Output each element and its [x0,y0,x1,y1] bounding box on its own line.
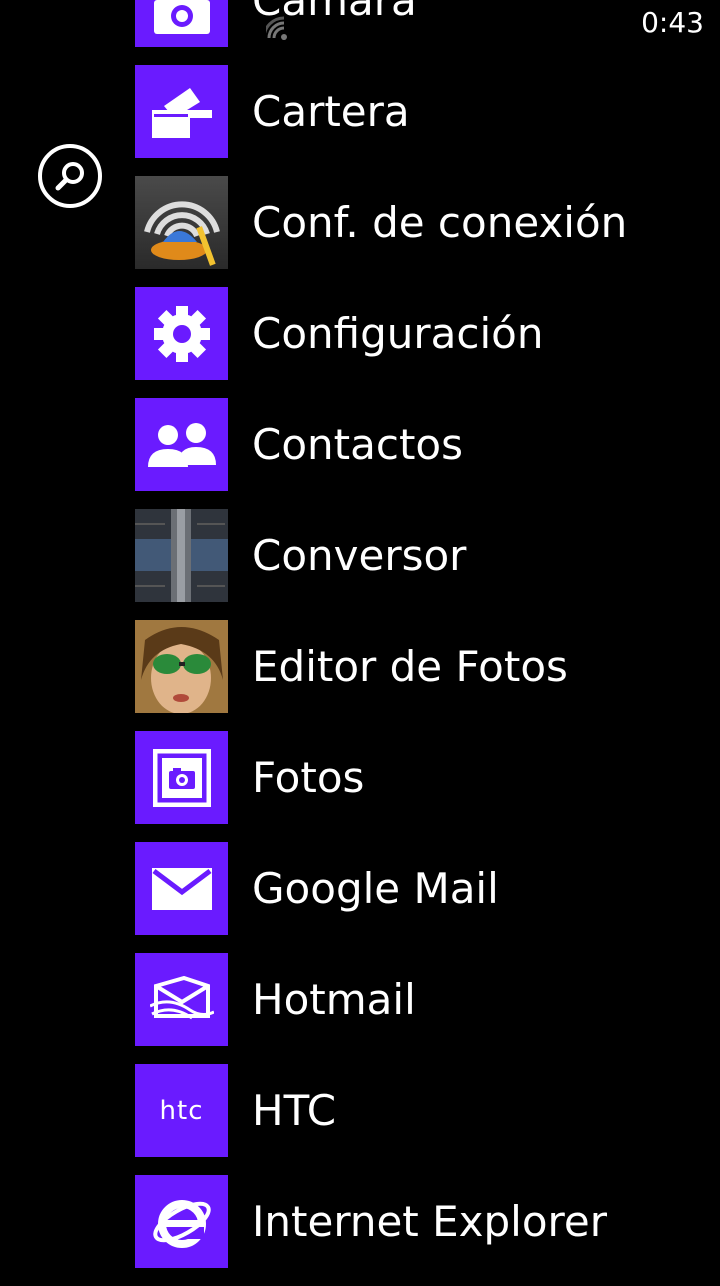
photo-editor-icon [135,620,228,713]
app-item-connection-settings[interactable]: Conf. de conexión [135,176,720,269]
app-label-photos: Fotos [252,752,365,802]
converter-icon [135,509,228,602]
app-tile-photo-editor [135,620,228,713]
search-button[interactable] [38,144,102,208]
app-tile-htc: htc [135,1064,228,1157]
app-item-hotmail[interactable]: Hotmail [135,953,720,1046]
app-tile-wallet [135,65,228,158]
wallet-icon [151,87,212,138]
app-label-wallet: Cartera [252,86,410,136]
app-item-google-mail[interactable]: Google Mail [135,842,720,935]
wifi-signal-icon [266,16,287,40]
hotmail-icon [149,975,214,1019]
app-label-settings: Configuración [252,308,544,358]
status-time: 0:43 [641,6,704,39]
app-label-internet-explorer: Internet Explorer [252,1196,607,1246]
app-label-converter: Conversor [252,530,467,580]
app-tile-settings [135,287,228,380]
app-tile-contacts [135,398,228,491]
app-item-converter[interactable]: Conversor [135,509,720,602]
app-tile-connection-settings [135,176,228,269]
app-tile-converter [135,509,228,602]
internet-explorer-icon [152,1199,211,1248]
app-list: Cámara Cartera Conf. de conexión Configu… [135,0,720,1286]
app-item-settings[interactable]: Configuración [135,287,720,380]
app-tile-hotmail [135,953,228,1046]
app-label-connection-settings: Conf. de conexión [252,197,628,247]
app-tile-internet-explorer [135,1175,228,1268]
connection-settings-icon [144,201,220,266]
app-label-google-mail: Google Mail [252,863,499,913]
htc-logo-icon: htc [159,1095,204,1126]
app-item-photo-editor[interactable]: Editor de Fotos [135,620,720,713]
photos-icon [152,748,211,807]
mail-icon [151,867,212,910]
app-label-hotmail: Hotmail [252,974,416,1024]
app-label-contacts: Contactos [252,419,463,469]
app-item-photos[interactable]: Fotos [135,731,720,824]
contacts-icon [147,422,216,467]
status-bar: 0:43 [0,0,720,48]
app-item-contacts[interactable]: Contactos [135,398,720,491]
app-item-htc[interactable]: htc HTC [135,1064,720,1157]
app-tile-photos [135,731,228,824]
app-item-wallet[interactable]: Cartera [135,65,720,158]
gear-icon [153,305,210,362]
app-tile-google-mail [135,842,228,935]
app-label-htc: HTC [252,1085,337,1135]
search-icon [55,162,84,191]
app-item-internet-explorer[interactable]: Internet Explorer [135,1175,720,1268]
app-label-photo-editor: Editor de Fotos [252,641,568,691]
